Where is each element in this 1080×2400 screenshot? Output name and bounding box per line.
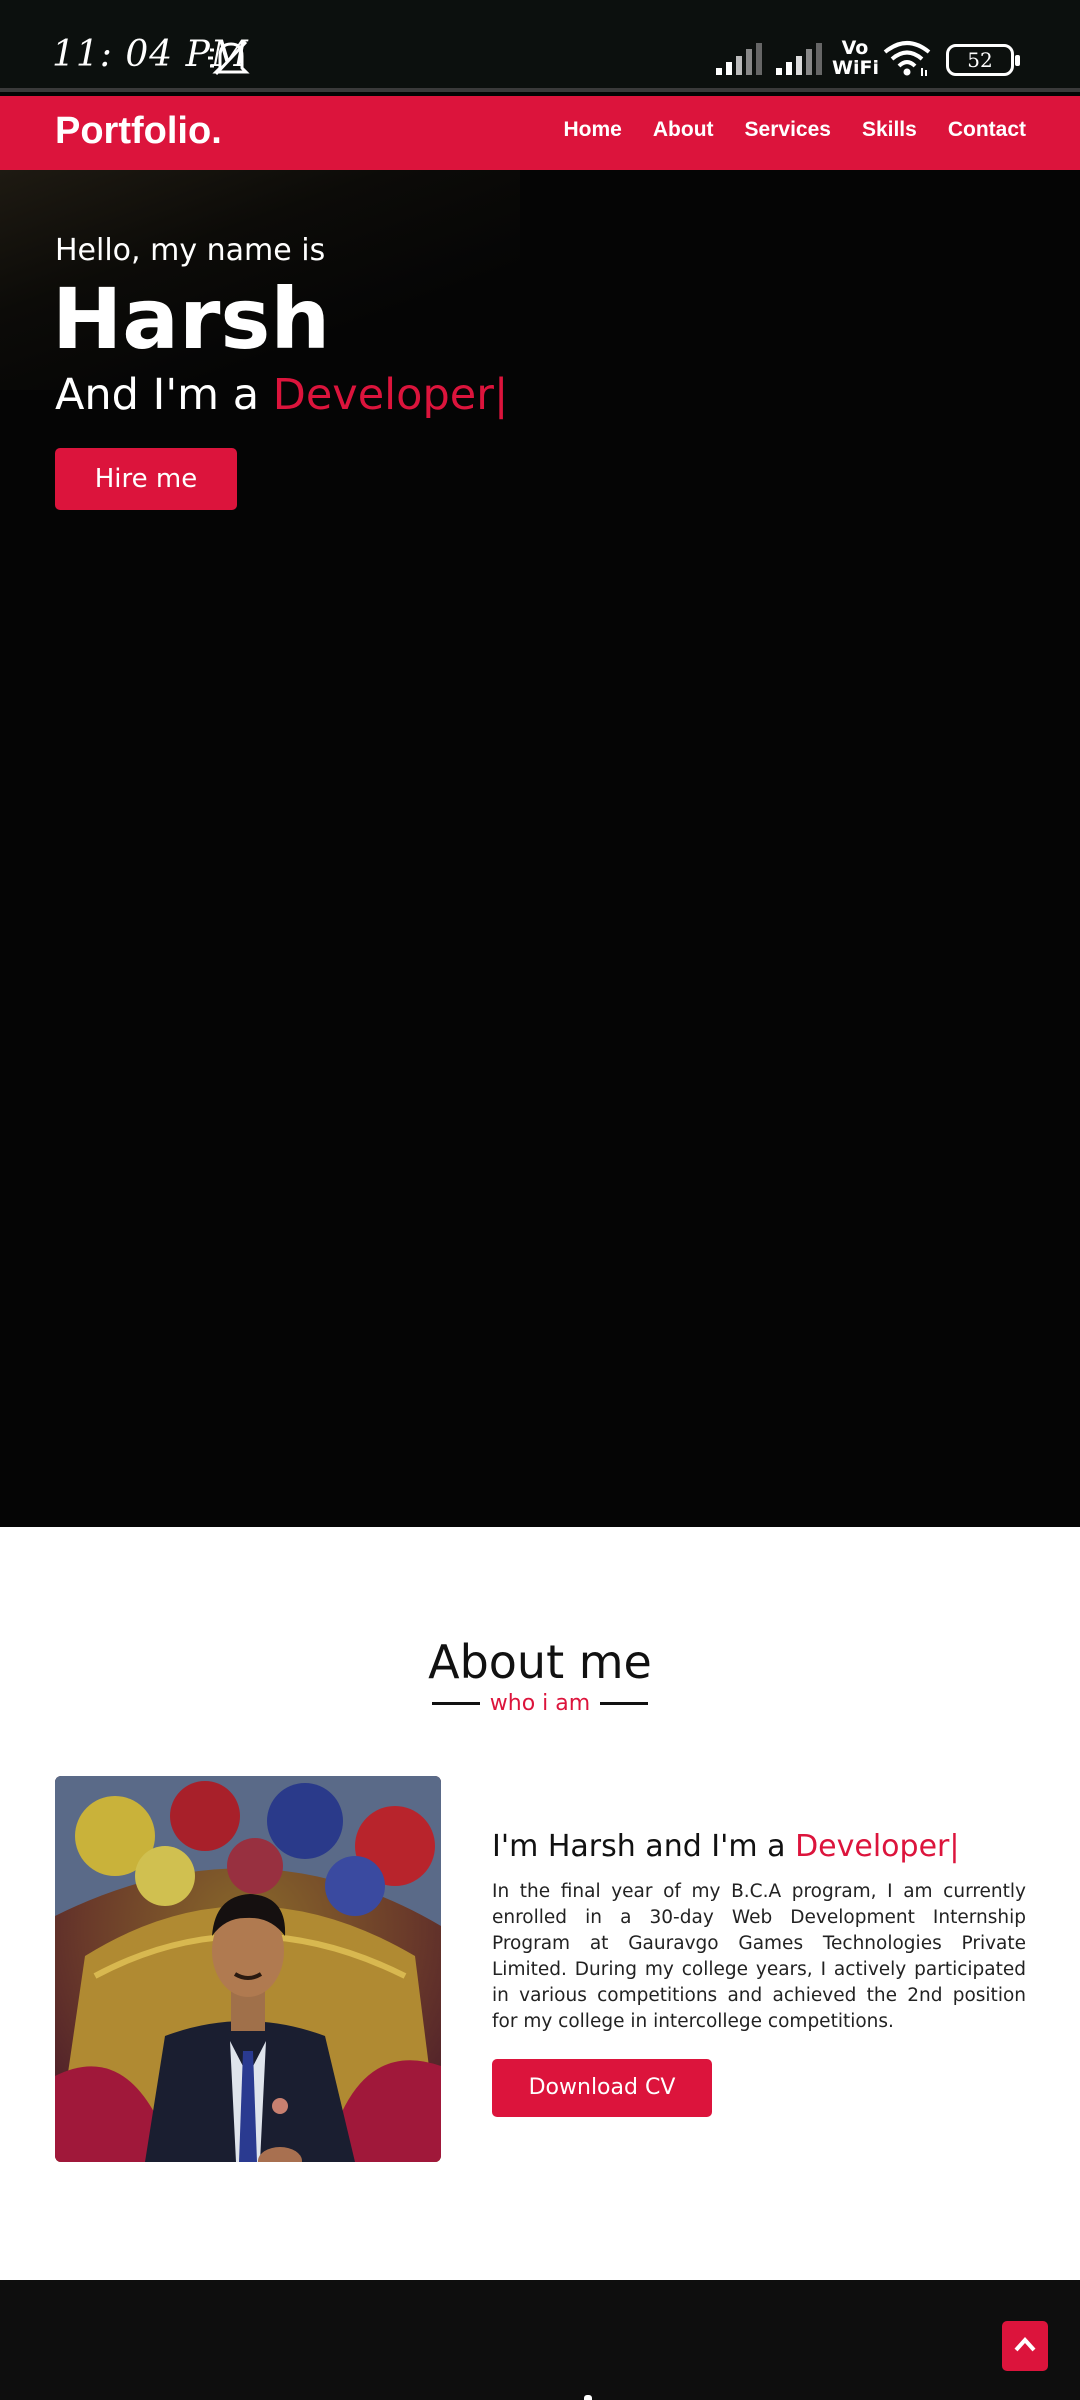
mute-bell-icon [208,40,250,76]
vowifi-top: Vo [841,37,869,59]
hero-role-prefix: And I'm a [55,370,273,420]
hero-name: Harsh [52,270,331,368]
about-section: About me who i am I'm Harsh and I'm a De… [0,1527,1080,2280]
hero-role-typed: Developer| [272,370,509,420]
signal-icon [776,43,822,75]
divider-line [431,1702,480,1705]
about-subtitle-text: who i am [489,1691,591,1716]
battery-icon: 52 [946,44,1020,76]
about-heading-prefix: I'm Harsh and I'm a [492,1829,796,1864]
brand-logo[interactable]: Portfolio. [55,110,222,153]
chevron-up-icon [1014,2337,1036,2352]
section-title-fragment [584,2395,592,2400]
hero-section: Hello, my name is Harsh And I'm a Develo… [0,170,1080,1527]
nav-home[interactable]: Home [564,118,622,142]
nav-links: Home About Services Skills Contact [564,118,1026,142]
profile-photo [55,1776,441,2162]
about-title: About me [428,1635,652,1689]
divider-line [600,1702,649,1705]
navbar: Portfolio. Home About Services Skills Co… [0,96,1080,170]
hero-role: And I'm a Developer| [55,370,508,420]
services-section [0,2280,1080,2400]
vowifi-label: Vo WiFi [832,37,879,79]
hire-me-button[interactable]: Hire me [55,448,237,510]
nav-about[interactable]: About [653,118,714,142]
scroll-to-top-button[interactable] [1002,2321,1048,2371]
about-heading-role: Developer| [795,1829,960,1864]
about-subtitle: who i am [0,1691,1080,1716]
status-bar: 11: 04 PM Vo WiFi 52 [0,0,1080,92]
hero-greeting: Hello, my name is [55,233,326,268]
nav-services[interactable]: Services [745,118,831,142]
download-cv-button[interactable]: Download CV [492,2059,712,2117]
about-text: In the final year of my B.C.A program, I… [492,1881,1026,2032]
signal-icon [716,43,762,75]
nav-contact[interactable]: Contact [948,118,1026,142]
about-heading: I'm Harsh and I'm a Developer| [492,1829,959,1864]
vowifi-bottom: WiFi [832,57,879,79]
wifi-icon [883,41,931,76]
nav-skills[interactable]: Skills [862,118,917,142]
battery-level: 52 [967,48,993,72]
